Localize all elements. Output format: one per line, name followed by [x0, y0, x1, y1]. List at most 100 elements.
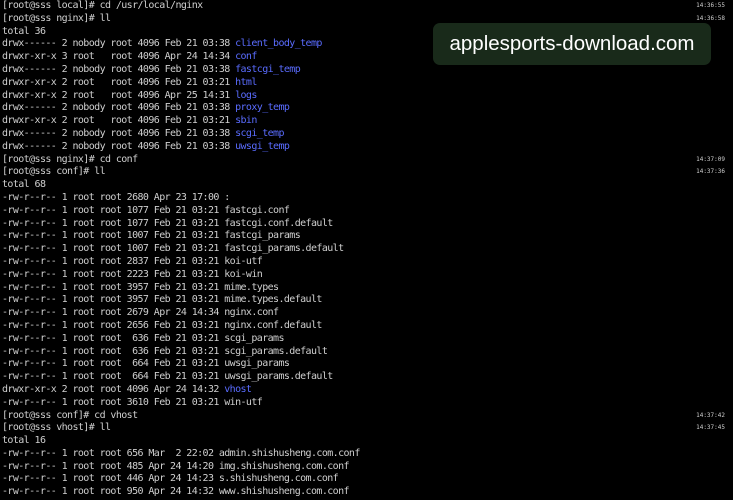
line-text: -rw-r--r-- 1 root root 2656 Feb 21 03:21	[2, 319, 225, 331]
terminal-output[interactable]: [root@sss local]# cd /usr/local/nginx 14:…	[0, 0, 733, 500]
file-name: mime.types.default	[224, 294, 322, 306]
terminal-output-line: -rw-r--r-- 1 root root 664 Feb 21 03:21 …	[0, 371, 733, 384]
terminal-output-line: total 68	[0, 179, 733, 192]
file-name: www.shishusheng.com.conf	[218, 486, 350, 498]
line-text: -rw-r--r-- 1 root root 950 Apr 24 14:32	[2, 486, 219, 498]
terminal-output-line: drwx------ 2 nobody root 4096 Feb 21 03:…	[0, 64, 733, 77]
line-text: -rw-r--r-- 1 root root 3957 Feb 21 03:21	[2, 294, 225, 306]
terminal-command-line: [root@sss conf]# cd vhost 14:37:42	[0, 410, 733, 423]
directory-name: client_body_temp	[235, 38, 322, 50]
timestamp: 14:37:36	[696, 168, 725, 176]
line-text: drwx------ 2 nobody root 4096 Feb 21 03:…	[2, 38, 236, 50]
line-text: [root@sss local]# cd /usr/local/nginx	[2, 0, 203, 11]
terminal-output-line: drwxr-xr-x 2 root root 4096 Apr 25 14:31…	[0, 90, 733, 103]
line-text: drwxr-xr-x 2 root root 4096 Feb 21 03:21	[2, 76, 236, 88]
line-text: total 68	[2, 179, 46, 191]
file-name: img.shishusheng.com.conf	[218, 460, 350, 472]
timestamp: 14:37:09	[696, 155, 725, 163]
terminal-output-line: -rw-r--r-- 1 root root 1077 Feb 21 03:21…	[0, 218, 733, 231]
line-text: drwx------ 2 nobody root 4096 Feb 21 03:…	[2, 127, 236, 139]
terminal-output-line: -rw-r--r-- 1 root root 2680 Apr 23 17:00…	[0, 192, 733, 205]
terminal-output-line: -rw-r--r-- 1 root root 2223 Feb 21 03:21…	[0, 269, 733, 282]
terminal-output-line: -rw-r--r-- 1 root root 2837 Feb 21 03:21…	[0, 256, 733, 269]
file-name: scgi_params.default	[224, 345, 328, 357]
terminal-output-line: drwxr-xr-x 2 root root 4096 Feb 21 03:21…	[0, 115, 733, 128]
line-text: drwx------ 2 nobody root 4096 Feb 21 03:…	[2, 63, 236, 75]
terminal-output-line: -rw-r--r-- 1 root root 1007 Feb 21 03:21…	[0, 230, 733, 243]
line-text: -rw-r--r-- 1 root root 485 Apr 24 14:20	[2, 460, 219, 472]
file-name: fastcgi_params.default	[224, 243, 344, 255]
terminal-command-line: [root@sss local]# cd /usr/local/nginx 14:…	[0, 0, 733, 13]
line-text: drwx------ 2 nobody root 4096 Feb 21 03:…	[2, 140, 236, 152]
line-text: -rw-r--r-- 1 root root 2679 Apr 24 14:34	[2, 307, 225, 319]
terminal-output-line: -rw-r--r-- 1 root root 1077 Feb 21 03:21…	[0, 205, 733, 218]
line-text: [root@sss nginx]# cd conf	[2, 153, 138, 165]
terminal-output-line: -rw-r--r-- 1 root root 636 Feb 21 03:21 …	[0, 346, 733, 359]
line-text: -rw-r--r-- 1 root root 3957 Feb 21 03:21	[2, 281, 225, 293]
directory-name: proxy_temp	[235, 102, 290, 114]
directory-name: html	[235, 76, 257, 88]
line-text: -rw-r--r-- 1 root root 656 Mar 2 22:02	[2, 447, 219, 459]
timestamp: 14:37:42	[696, 411, 725, 419]
file-name: :	[224, 191, 230, 203]
terminal-command-line: [root@sss vhost]# ll 14:37:45	[0, 422, 733, 435]
terminal-output-line: drwx------ 2 nobody root 4096 Feb 21 03:…	[0, 102, 733, 115]
directory-name: logs	[235, 89, 257, 101]
file-name: scgi_params	[224, 332, 284, 344]
directory-name: vhost	[224, 383, 252, 395]
line-text: -rw-r--r-- 1 root root 2223 Feb 21 03:21	[2, 268, 225, 280]
terminal-output-line: -rw-r--r-- 1 root root 636 Feb 21 03:21 …	[0, 333, 733, 346]
file-name: nginx.conf	[224, 307, 279, 319]
line-text: -rw-r--r-- 1 root root 2680 Apr 23 17:00	[2, 191, 225, 203]
terminal-command-line: [root@sss nginx]# cd conf 14:37:09	[0, 154, 733, 167]
line-text: -rw-r--r-- 1 root root 664 Feb 21 03:21	[2, 358, 225, 370]
line-text: -rw-r--r-- 1 root root 636 Feb 21 03:21	[2, 345, 225, 357]
line-text: -rw-r--r-- 1 root root 446 Apr 24 14:23	[2, 473, 219, 485]
file-name: uwsgi_params.default	[224, 371, 333, 383]
terminal-output-line: -rw-r--r-- 1 root root 950 Apr 24 14:32 …	[0, 486, 733, 499]
file-name: fastcgi_params	[224, 230, 301, 242]
file-name: uwsgi_params	[224, 358, 290, 370]
line-text: -rw-r--r-- 1 root root 1077 Feb 21 03:21	[2, 204, 225, 216]
terminal-output-line: -rw-r--r-- 1 root root 2656 Feb 21 03:21…	[0, 320, 733, 333]
directory-name: conf	[235, 51, 257, 63]
line-text: drwxr-xr-x 2 root root 4096 Apr 24 14:32	[2, 383, 225, 395]
line-text: total 36	[2, 25, 46, 37]
line-text: -rw-r--r-- 1 root root 636 Feb 21 03:21	[2, 332, 225, 344]
terminal-output-line: -rw-r--r-- 1 root root 446 Apr 24 14:23 …	[0, 473, 733, 486]
file-name: nginx.conf.default	[224, 319, 322, 331]
terminal-command-line: [root@sss conf]# ll 14:37:36	[0, 166, 733, 179]
line-text: -rw-r--r-- 1 root root 664 Feb 21 03:21	[2, 371, 225, 383]
line-text: drwxr-xr-x 2 root root 4096 Apr 25 14:31	[2, 89, 236, 101]
timestamp: 14:37:45	[696, 424, 725, 432]
directory-name: fastcgi_temp	[235, 63, 301, 75]
directory-name: uwsgi_temp	[235, 140, 290, 152]
file-name: fastcgi.conf	[224, 204, 290, 216]
terminal-output-line: -rw-r--r-- 1 root root 2679 Apr 24 14:34…	[0, 307, 733, 320]
file-name: s.shishusheng.com.conf	[218, 473, 339, 485]
line-text: drwxr-xr-x 3 root root 4096 Apr 24 14:34	[2, 51, 236, 63]
terminal-output-line: -rw-r--r-- 1 root root 656 Mar 2 22:02 a…	[0, 448, 733, 461]
line-text: -rw-r--r-- 1 root root 3610 Feb 21 03:21	[2, 396, 225, 408]
file-name: koi-win	[224, 268, 263, 280]
terminal-output-line: drwxr-xr-x 2 root root 4096 Apr 24 14:32…	[0, 384, 733, 397]
file-name: fastcgi.conf.default	[224, 217, 333, 229]
terminal-output-line: -rw-r--r-- 1 root root 485 Apr 24 14:20 …	[0, 461, 733, 474]
terminal-output-line: -rw-r--r-- 1 root root 3957 Feb 21 03:21…	[0, 282, 733, 295]
line-text: total 16	[2, 435, 46, 447]
file-name: koi-utf	[224, 255, 263, 267]
line-text: [root@sss conf]# ll	[2, 166, 106, 178]
line-text: drwxr-xr-x 2 root root 4096 Feb 21 03:21	[2, 115, 236, 127]
line-text: -rw-r--r-- 1 root root 1077 Feb 21 03:21	[2, 217, 225, 229]
line-text: [root@sss conf]# cd vhost	[2, 409, 138, 421]
line-text: [root@sss nginx]# ll	[2, 12, 111, 24]
terminal-output-line: total 16	[0, 435, 733, 448]
line-text: drwx------ 2 nobody root 4096 Feb 21 03:…	[2, 102, 236, 114]
file-name: admin.shishusheng.com.conf	[218, 447, 361, 459]
line-text: -rw-r--r-- 1 root root 2837 Feb 21 03:21	[2, 255, 225, 267]
watermark: applesports-download.com	[433, 23, 711, 65]
terminal-output-line: -rw-r--r-- 1 root root 3610 Feb 21 03:21…	[0, 397, 733, 410]
line-text: -rw-r--r-- 1 root root 1007 Feb 21 03:21	[2, 230, 225, 242]
line-text: -rw-r--r-- 1 root root 1007 Feb 21 03:21	[2, 243, 225, 255]
terminal-output-line: drwxr-xr-x 2 root root 4096 Feb 21 03:21…	[0, 77, 733, 90]
